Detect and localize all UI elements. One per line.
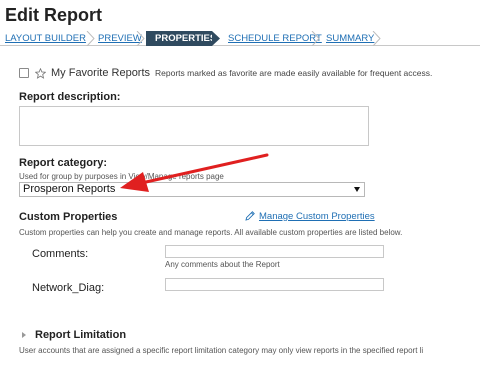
caret-down-icon [354, 187, 360, 192]
report-limitation-title: Report Limitation [35, 329, 127, 341]
report-description-textarea[interactable] [19, 106, 369, 146]
step-active-chevron-icon [212, 31, 222, 46]
manage-custom-properties-link[interactable]: Manage Custom Properties [244, 210, 375, 222]
caret-right-icon [22, 332, 26, 338]
custom-properties-helper: Custom properties can help you create an… [19, 228, 403, 237]
custom-properties-title: Custom Properties [19, 211, 118, 223]
report-category-select[interactable]: Prosperon Reports [19, 182, 365, 197]
step-separator-chevron-icon [311, 31, 321, 46]
network-diag-input[interactable] [165, 278, 384, 291]
step-layout-builder[interactable]: LAYOUT BUILDER [5, 31, 86, 46]
step-summary[interactable]: SUMMARY [326, 31, 374, 46]
report-limitation-toggle[interactable]: Report Limitation [22, 329, 126, 341]
favorite-label: My Favorite Reports [51, 67, 151, 79]
report-category-helper: Used for group by purposes in View/Manag… [19, 172, 224, 181]
favorite-hint: Reports marked as favorite are made easi… [155, 68, 433, 78]
favorite-checkbox[interactable] [19, 68, 29, 78]
comments-hint: Any comments about the Report [165, 260, 280, 269]
step-schedule-report[interactable]: SCHEDULE REPORT [228, 31, 322, 46]
comments-label: Comments: [32, 248, 89, 260]
step-properties[interactable]: PROPERTIES [146, 31, 216, 46]
step-separator-chevron-icon [136, 31, 146, 46]
step-separator-chevron-icon [372, 31, 382, 46]
comments-input[interactable] [165, 245, 384, 258]
report-category-label: Report category: [19, 157, 108, 169]
report-description-label: Report description: [19, 91, 121, 103]
manage-custom-properties-label[interactable]: Manage Custom Properties [259, 211, 375, 222]
step-separator-chevron-icon [86, 31, 96, 46]
favorite-row: My Favorite Reports Reports marked as fa… [19, 66, 432, 80]
pencil-icon [245, 211, 255, 221]
network-diag-label: Network_Diag: [32, 282, 105, 294]
star-outline-icon[interactable] [35, 67, 46, 79]
wizard-steps: LAYOUT BUILDER PREVIEW PROPERTIES SCHEDU… [0, 31, 480, 46]
report-category-selected-value: Prosperon Reports [23, 183, 116, 195]
page-title: Edit Report [5, 5, 102, 25]
report-limitation-helper: User accounts that are assigned a specif… [19, 346, 424, 355]
